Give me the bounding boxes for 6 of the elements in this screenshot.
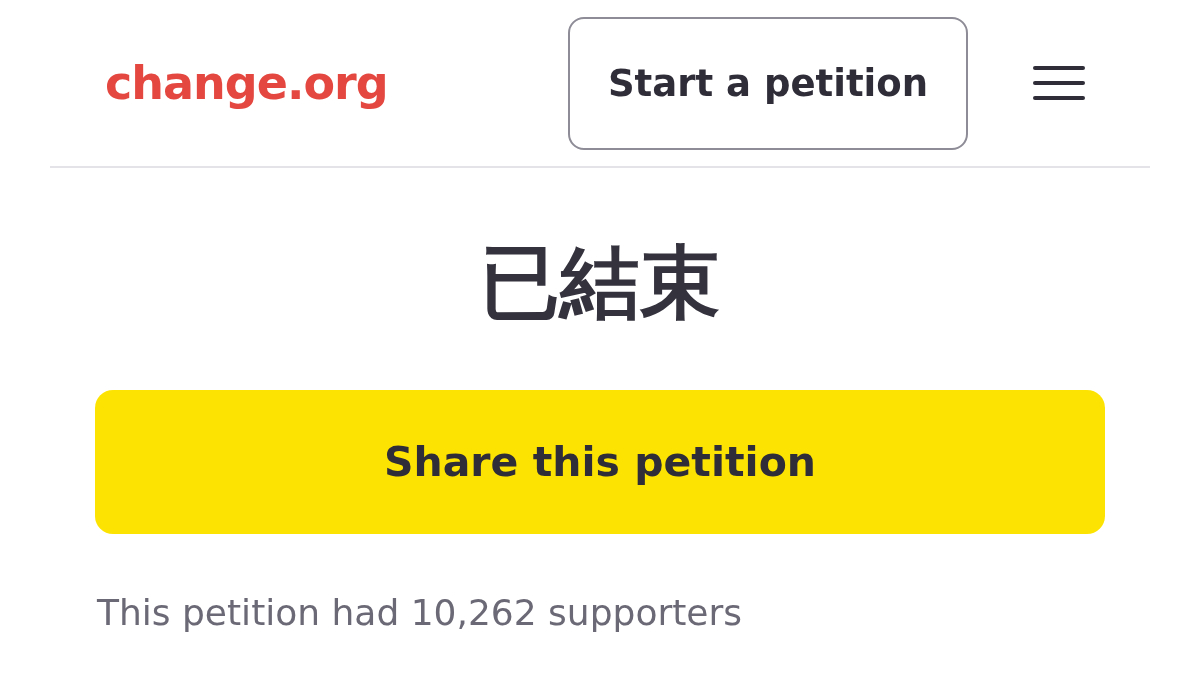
logo[interactable]: change.org bbox=[105, 56, 388, 110]
share-button[interactable]: Share this petition bbox=[95, 390, 1105, 534]
start-petition-button[interactable]: Start a petition bbox=[568, 16, 968, 150]
menu-icon[interactable] bbox=[1033, 66, 1085, 100]
petition-status: 已結束 bbox=[479, 238, 721, 328]
supporters-count: This petition had 10,262 supporters bbox=[97, 592, 744, 633]
